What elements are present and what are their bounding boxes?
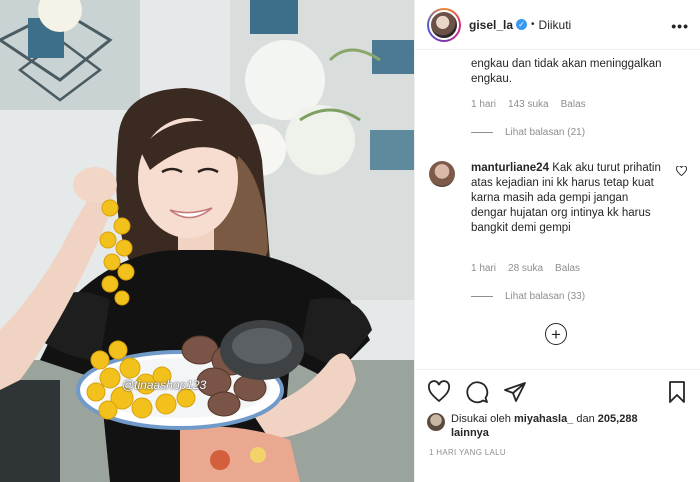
comment-likes[interactable]: 28 suka [508,263,543,274]
action-icons [427,380,527,404]
share-icon[interactable] [503,380,527,404]
header-separator: • [531,19,535,30]
more-icon[interactable]: ••• [671,18,689,34]
add-circle-icon[interactable]: + [545,323,567,345]
comments-list[interactable]: engkau dan tidak akan meninggalkan engka… [415,51,700,369]
comment-text: manturliane24 Kak aku turut prihatin ata… [471,161,661,236]
view-replies-label: Lihat balasan (33) [505,291,586,302]
liked-by-text: Disukai oleh miyahasla_ dan 205,288 lain… [451,412,671,440]
liked-by-user[interactable]: miyahasla_ [514,413,573,425]
view-replies-button[interactable]: Lihat balasan (21) [471,127,585,138]
avatar-image [429,9,459,40]
post-timestamp: 1 HARI YANG LALU [429,448,506,457]
comment-icon[interactable] [465,380,489,404]
follow-status-button[interactable]: Diikuti [539,18,572,32]
photo-illustration [0,0,414,482]
heart-icon[interactable] [427,380,451,404]
post-side-panel: gisel_la ✓ • Diikuti ••• engkau dan tida… [414,0,700,482]
view-replies-button[interactable]: Lihat balasan (33) [471,291,585,302]
liked-by-conj: dan [576,413,595,425]
view-replies-label: Lihat balasan (21) [505,127,586,138]
post-header: gisel_la ✓ • Diikuti ••• [415,0,700,50]
verified-icon: ✓ [516,19,528,30]
bookmark-icon[interactable] [665,380,689,404]
liked-by-prefix: Disukai oleh [451,413,511,425]
liker-avatar [427,413,445,431]
reply-button[interactable]: Balas [555,263,580,274]
comment-text: engkau dan tidak akan meninggalkan engka… [471,58,662,85]
comment-meta: 1 hari 143 suka Balas [471,99,586,110]
comment-time: 1 hari [471,99,497,110]
commenter-avatar[interactable] [429,161,455,187]
comment-meta: 1 hari 28 suka Balas [471,263,580,274]
commenter-username[interactable]: manturliane24 [471,162,549,174]
liked-by-summary[interactable]: Disukai oleh miyahasla_ dan 205,288 lain… [427,412,671,440]
comment-time: 1 hari [471,263,497,274]
photo-watermark: @tinaashop123 [122,378,207,392]
reply-button[interactable]: Balas [561,99,586,110]
replies-divider [471,132,493,133]
author-avatar[interactable] [427,7,461,42]
comment-likes[interactable]: 143 suka [508,99,549,110]
comment-heart-icon[interactable] [676,165,687,179]
post-actions: Disukai oleh miyahasla_ dan 205,288 lain… [415,369,700,482]
author-username[interactable]: gisel_la [469,18,513,32]
replies-divider [471,296,493,297]
post-photo[interactable]: @tinaashop123 [0,0,414,482]
